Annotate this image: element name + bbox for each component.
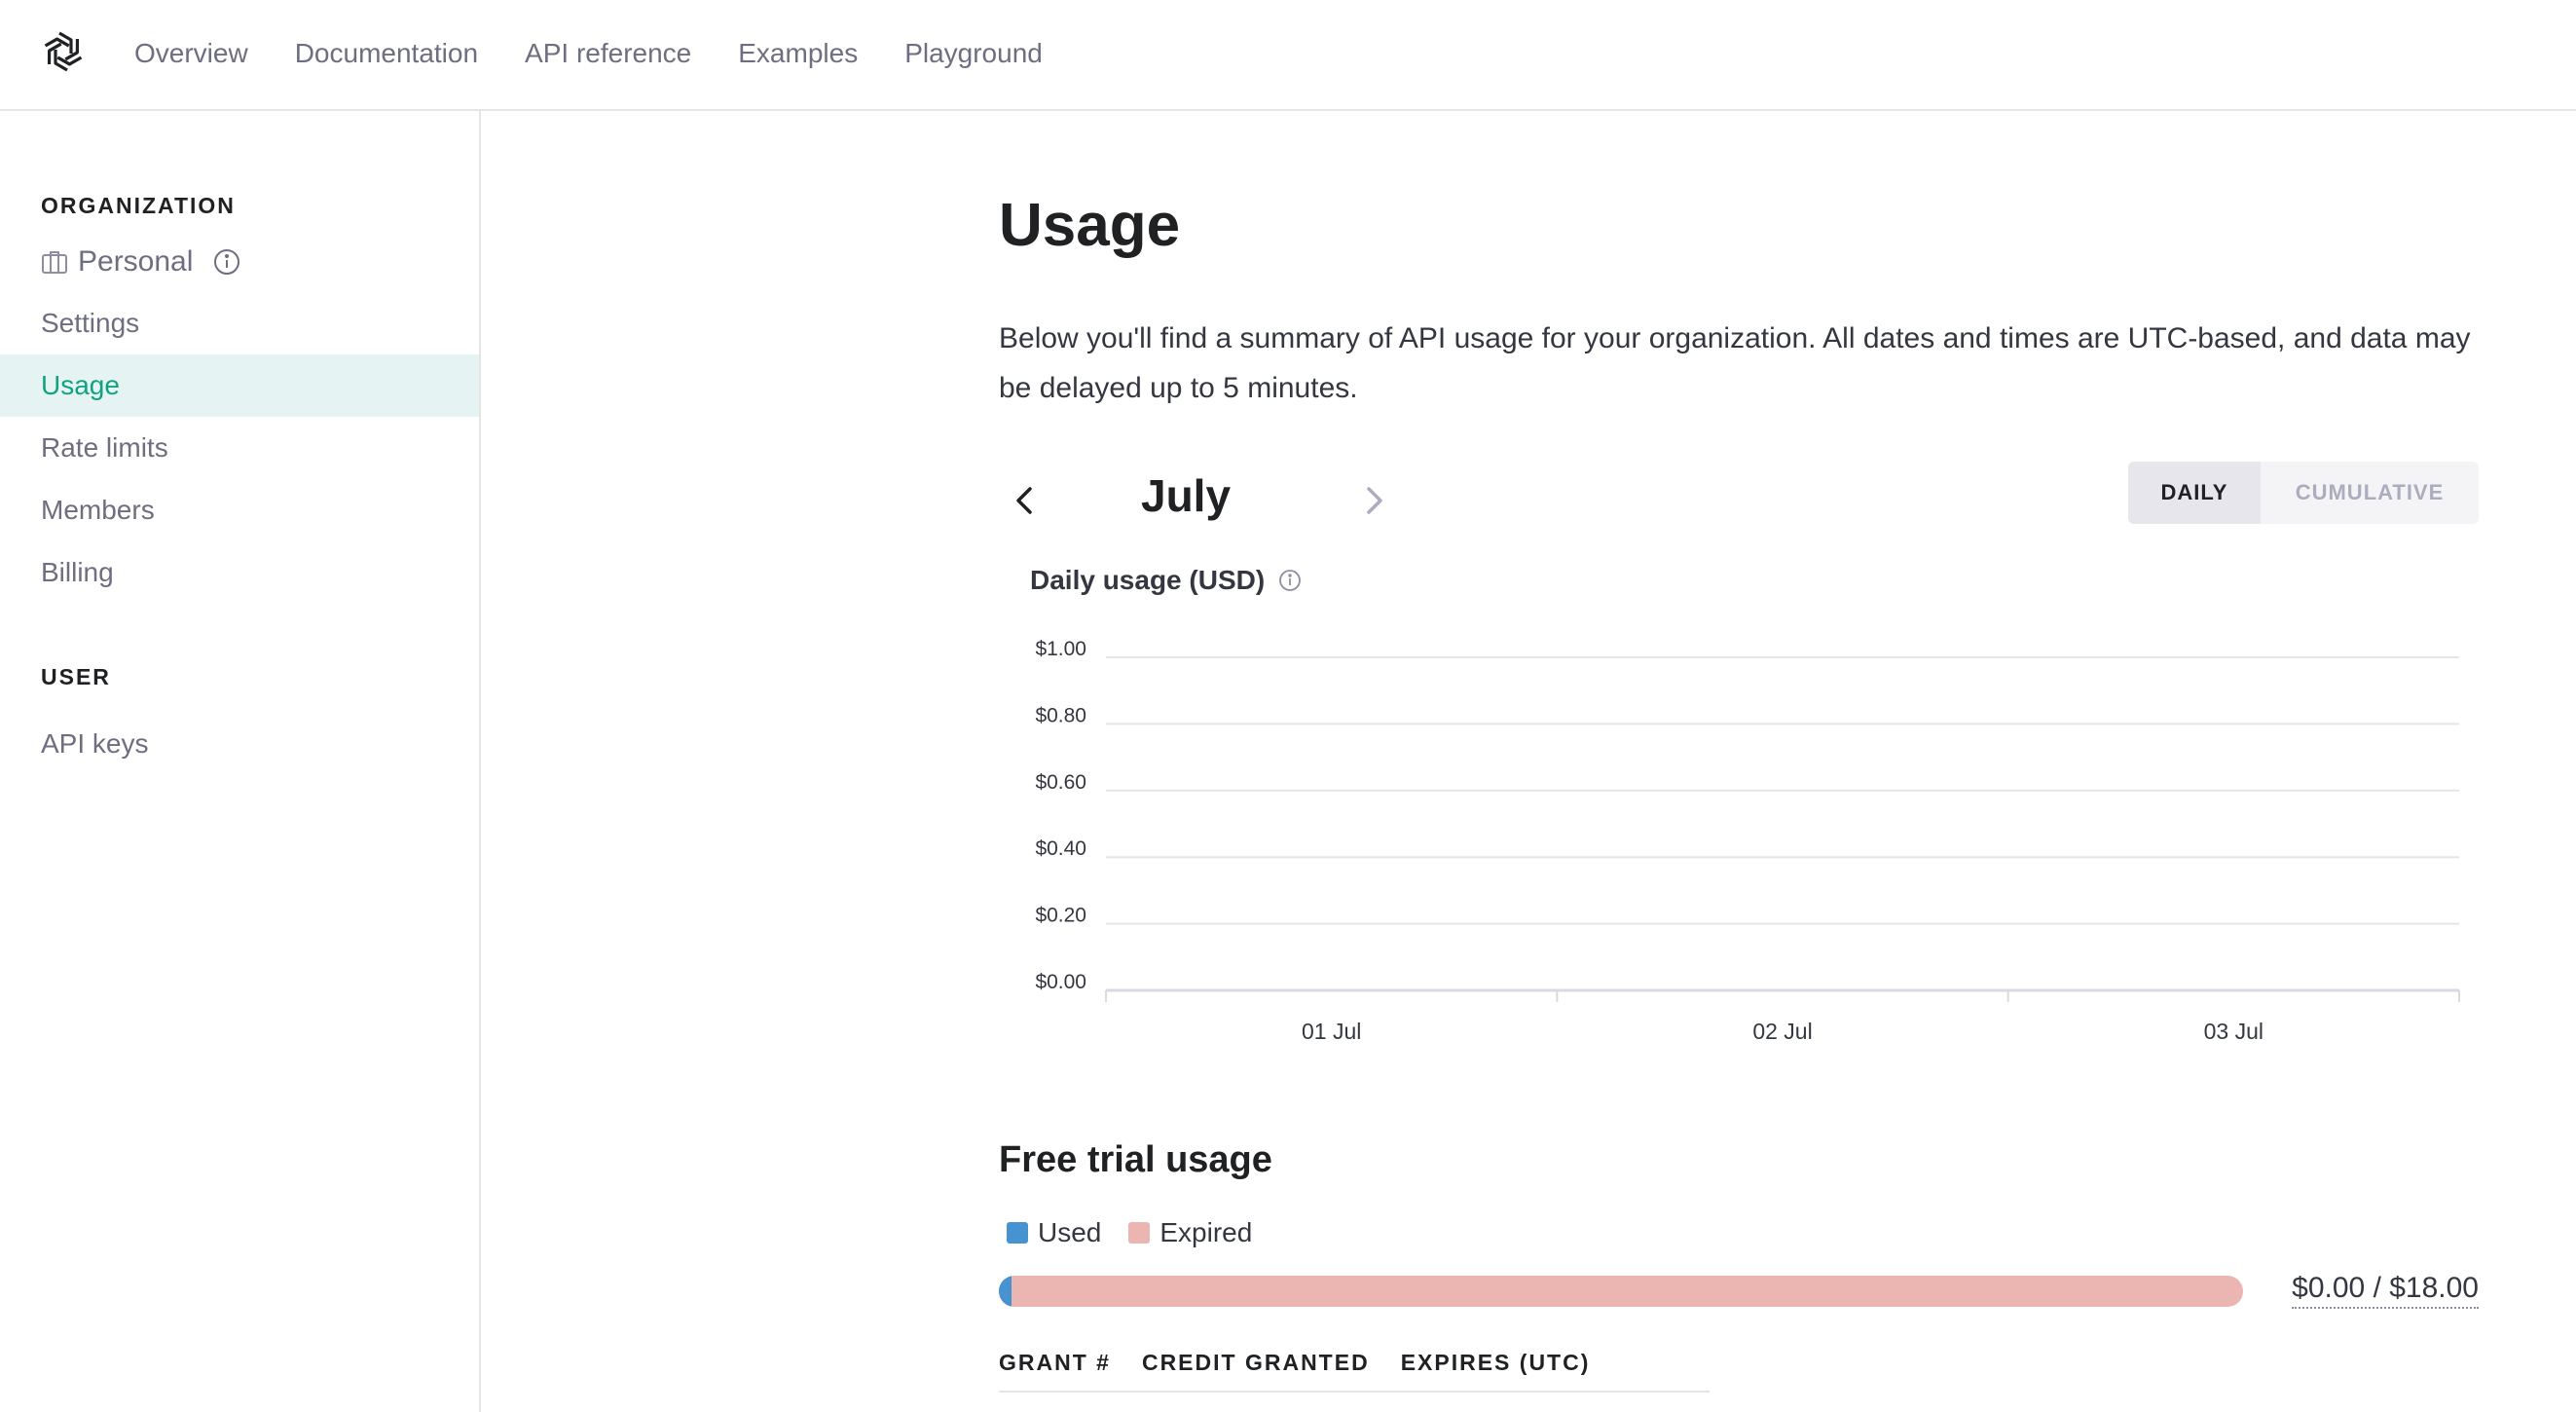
openai-logo-icon[interactable] bbox=[39, 27, 88, 76]
chart-header: Daily usage (USD) bbox=[1030, 565, 1302, 596]
info-icon[interactable] bbox=[212, 247, 241, 277]
legend-item-expired: Expired bbox=[1128, 1217, 1252, 1248]
legend-swatch-used bbox=[1007, 1222, 1028, 1244]
grant-table-header: GRANT # CREDIT GRANTED EXPIRES (UTC) bbox=[999, 1350, 1590, 1376]
top-nav: Overview Documentation API reference Exa… bbox=[0, 0, 2576, 111]
credit-total[interactable]: $0.00 / $18.00 bbox=[2292, 1272, 2479, 1309]
legend-swatch-expired bbox=[1128, 1222, 1151, 1244]
user-heading: USER bbox=[41, 664, 111, 689]
nav-links: Overview Documentation API reference Exa… bbox=[134, 0, 1043, 107]
sidebar-item-rate-limits[interactable]: Rate limits bbox=[0, 417, 479, 479]
table-divider bbox=[999, 1391, 1710, 1393]
chart-title: Daily usage (USD) bbox=[1030, 565, 1266, 595]
nav-link-documentation[interactable]: Documentation bbox=[295, 38, 478, 69]
view-toggle: DAILY CUMULATIVE bbox=[2128, 462, 2479, 524]
chevron-left-icon[interactable] bbox=[1007, 481, 1046, 520]
x-tick-label: 03 Jul bbox=[2204, 1019, 2263, 1044]
legend-label-expired: Expired bbox=[1159, 1217, 1253, 1247]
y-tick-label: $0.20 bbox=[1035, 905, 1086, 927]
column-credit-granted: CREDIT GRANTED bbox=[1141, 1350, 1370, 1375]
sidebar: ORGANIZATION Personal Settings Usage Rat… bbox=[0, 111, 481, 1412]
y-tick-label: $0.60 bbox=[1035, 771, 1086, 794]
sidebar-item-billing[interactable]: Billing bbox=[0, 541, 479, 604]
sidebar-item-usage[interactable]: Usage bbox=[0, 354, 479, 417]
usage-legend: Used Expired bbox=[1007, 1217, 1279, 1248]
y-tick-label: $1.00 bbox=[1035, 638, 1086, 660]
nav-link-api-reference[interactable]: API reference bbox=[525, 38, 691, 69]
chart-info-icon[interactable] bbox=[1278, 569, 1302, 592]
app: Overview Documentation API reference Exa… bbox=[0, 0, 2576, 1412]
chevron-right-icon[interactable] bbox=[1353, 481, 1392, 520]
sidebar-item-api-keys[interactable]: API keys bbox=[0, 713, 479, 775]
y-tick-label: $0.40 bbox=[1035, 837, 1086, 860]
legend-item-used: Used bbox=[1007, 1217, 1101, 1248]
free-trial-title: Free trial usage bbox=[999, 1139, 1272, 1180]
y-tick-label: $0.80 bbox=[1035, 704, 1086, 726]
org-selector[interactable]: Personal bbox=[41, 245, 241, 279]
free-trial-progress-bar bbox=[999, 1276, 2243, 1307]
column-expires: EXPIRES (UTC) bbox=[1400, 1350, 1591, 1375]
column-grant-number: GRANT # bbox=[999, 1350, 1111, 1375]
sidebar-item-settings[interactable]: Settings bbox=[0, 292, 479, 354]
nav-link-examples[interactable]: Examples bbox=[738, 38, 858, 69]
daily-usage-chart: $0.00 $0.20 $0.40 $0.60 $0.80 $1.00 01 Jul 02 J… bbox=[1035, 638, 2460, 1044]
nav-link-overview[interactable]: Overview bbox=[134, 38, 248, 69]
x-tick-label: 02 Jul bbox=[1752, 1019, 1812, 1044]
month-navigator: July DAILY CUMULATIVE bbox=[999, 462, 2479, 539]
x-tick-label: 01 Jul bbox=[1302, 1019, 1361, 1044]
org-name: Personal bbox=[78, 245, 194, 278]
progress-used-fill bbox=[999, 1276, 1012, 1307]
nav-link-playground[interactable]: Playground bbox=[904, 38, 1043, 69]
page-description: Below you'll find a summary of API usage… bbox=[999, 322, 2471, 404]
daily-toggle-button[interactable]: DAILY bbox=[2128, 462, 2261, 524]
month-label: July bbox=[1141, 470, 1232, 521]
cumulative-toggle-button[interactable]: CUMULATIVE bbox=[2261, 462, 2479, 524]
page-title: Usage bbox=[999, 192, 1181, 259]
organization-heading: ORGANIZATION bbox=[41, 193, 236, 218]
y-tick-label: $0.00 bbox=[1035, 971, 1086, 993]
legend-label-used: Used bbox=[1038, 1217, 1102, 1247]
briefcase-icon bbox=[41, 249, 68, 275]
sidebar-item-members[interactable]: Members bbox=[0, 479, 479, 541]
